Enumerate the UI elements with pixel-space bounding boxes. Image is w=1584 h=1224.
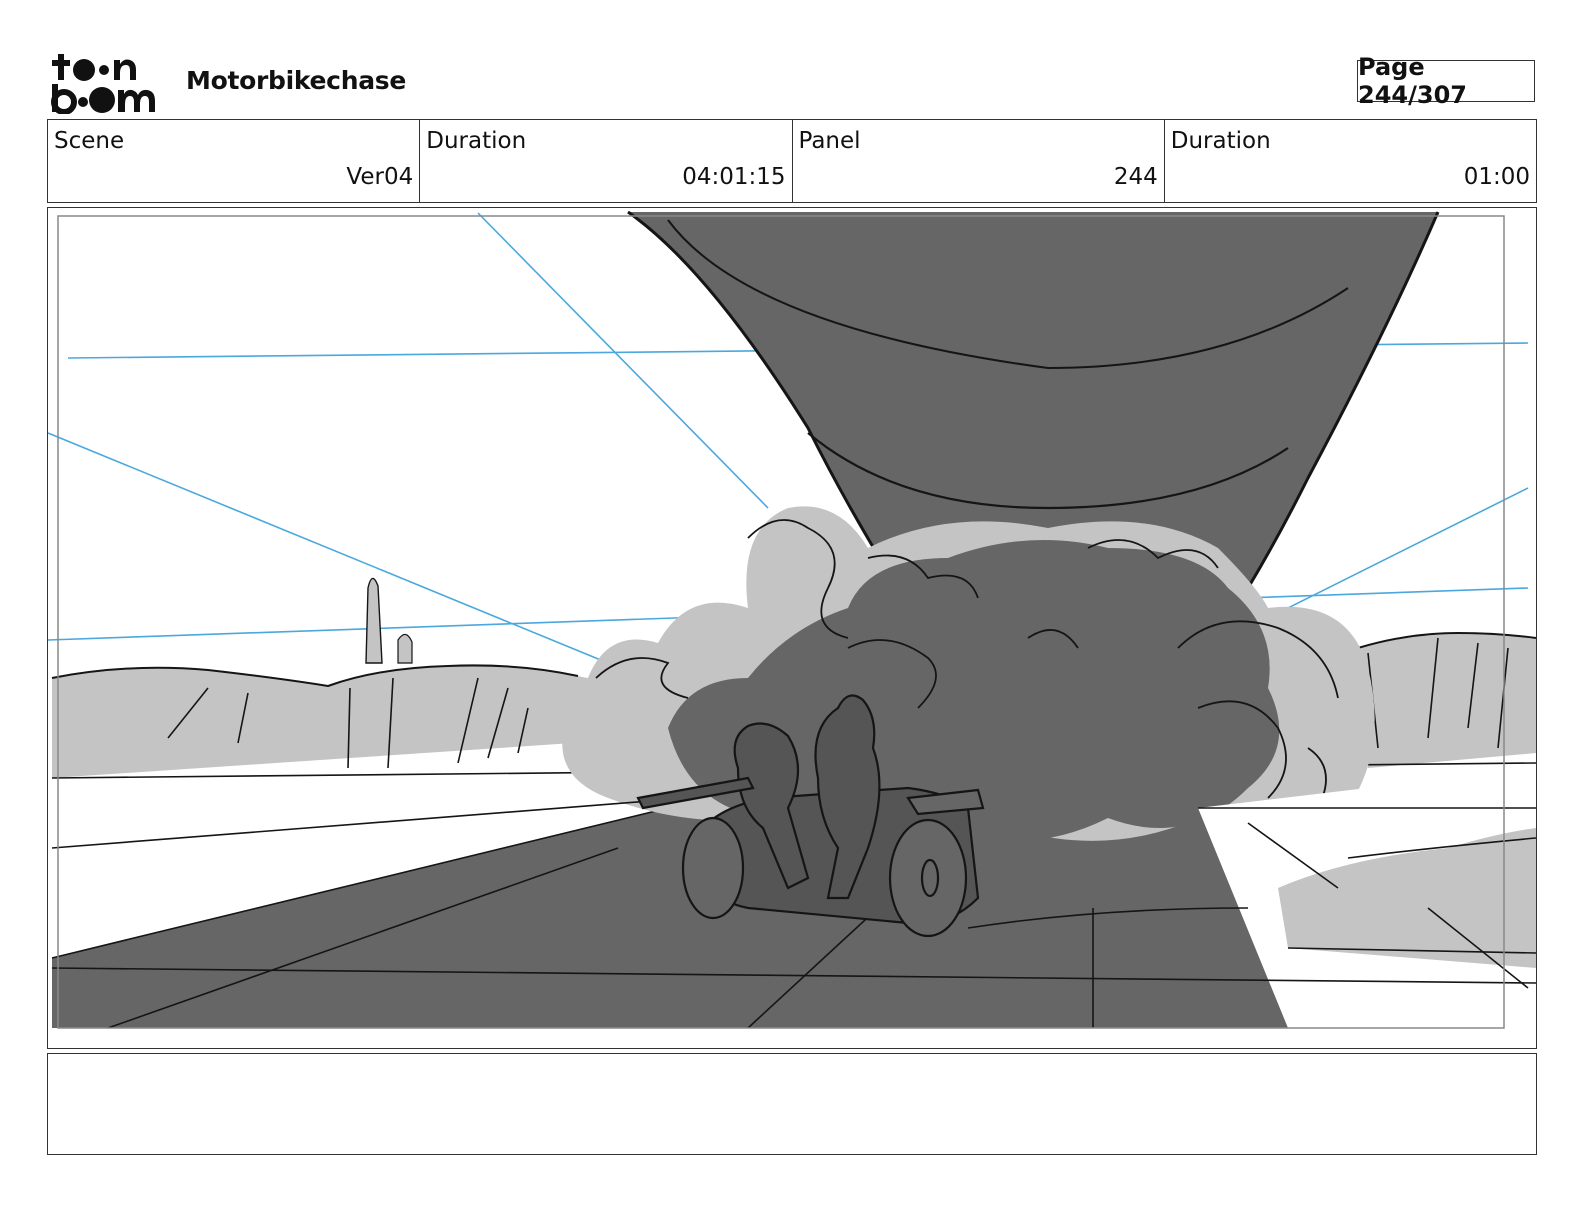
duration-label: Duration [426,128,527,154]
panel-duration-cell: Duration 01:00 [1165,120,1536,202]
scene-label: Scene [54,128,125,154]
panel-label: Panel [798,128,861,154]
project-title: Motorbikechase [186,66,407,95]
scene-value: Ver04 [346,164,414,190]
duration-cell: Duration 04:01:15 [420,120,793,202]
panel-notes-box [47,1053,1537,1155]
panel-cell: Panel 244 [793,120,1165,202]
toon-boom-logo [51,54,155,114]
duration-value: 04:01:15 [682,164,786,190]
panel-duration-label: Duration [1170,128,1271,154]
scene-cell: Scene Ver04 [48,120,421,202]
panel-sketch [48,208,1536,1048]
storyboard-panel [47,207,1537,1049]
panel-value: 244 [1113,164,1158,190]
panel-info-table: Scene Ver04 Duration 04:01:15 Panel 244 … [47,119,1537,203]
page-indicator: Page 244/307 [1357,53,1535,109]
panel-duration-value: 01:00 [1463,164,1530,190]
